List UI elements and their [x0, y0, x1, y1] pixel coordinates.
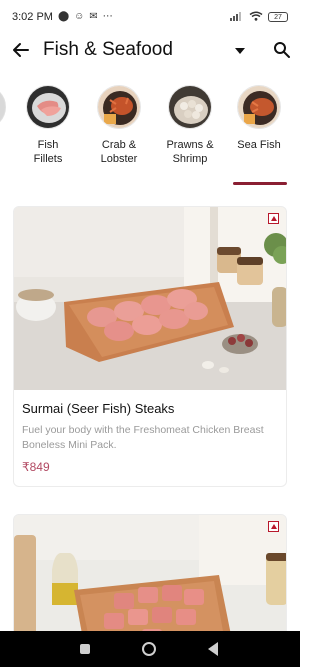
category-thumbnail	[97, 85, 141, 129]
status-time: 3:02 PM	[12, 11, 53, 23]
category-label: Fish Fillets	[33, 139, 63, 165]
arrow-left-icon	[13, 43, 29, 57]
category-thumbnail	[26, 85, 70, 129]
mail-icon: ✉	[89, 11, 98, 22]
back-button[interactable]	[10, 39, 32, 61]
category-thumbnail	[168, 85, 212, 129]
category-crab-lobster[interactable]: Crab & Lobster	[88, 80, 150, 166]
search-icon	[274, 42, 290, 58]
status-bar: 3:02 PM ⬤ ☺ ✉ ⋯ 27	[0, 0, 300, 34]
battery-icon: 27	[268, 12, 288, 22]
category-dropdown-button[interactable]	[233, 44, 247, 58]
recent-apps-button[interactable]	[80, 644, 90, 654]
location-icon: ⬤	[57, 11, 70, 22]
product-description: Fuel your body with the Freshomeat Chick…	[22, 424, 264, 451]
category-thumbnail	[237, 85, 281, 129]
app-header: Fish & Seafood	[0, 34, 300, 68]
product-image	[14, 515, 286, 643]
system-nav-bar	[0, 631, 300, 667]
product-price: ₹849	[22, 460, 50, 474]
product-image	[14, 207, 286, 390]
signal-icon	[230, 11, 244, 24]
category-thumbnail-partial[interactable]	[0, 85, 6, 129]
product-card[interactable]	[13, 514, 287, 644]
product-name: Surmai (Seer Fish) Steaks	[22, 401, 175, 416]
category-prawns-shrimp[interactable]: Prawns & Shrimp	[159, 80, 221, 166]
chevron-down-icon	[235, 48, 245, 54]
selected-category-indicator	[233, 182, 287, 185]
category-label: Prawns & Shrimp	[166, 139, 214, 165]
non-veg-badge-icon	[268, 521, 279, 532]
category-sea-fish[interactable]: Sea Fish	[228, 80, 290, 152]
category-label: Sea Fish	[237, 139, 281, 151]
home-button[interactable]	[142, 642, 156, 656]
product-card[interactable]: Surmai (Seer Fish) Steaks Fuel your body…	[13, 206, 287, 487]
category-label: Crab & Lobster	[100, 139, 138, 165]
category-fish-fillets[interactable]: Fish Fillets	[17, 80, 79, 166]
more-icon: ⋯	[102, 11, 113, 22]
smiley-icon: ☺	[74, 11, 85, 22]
wifi-icon	[249, 11, 263, 24]
category-carousel[interactable]: Fish Fillets Crab & Lobster Prawns & Shr…	[0, 80, 300, 186]
page-title: Fish & Seafood	[43, 39, 173, 60]
non-veg-badge-icon	[268, 213, 279, 224]
system-back-button[interactable]	[208, 642, 218, 656]
search-button[interactable]	[272, 40, 292, 60]
